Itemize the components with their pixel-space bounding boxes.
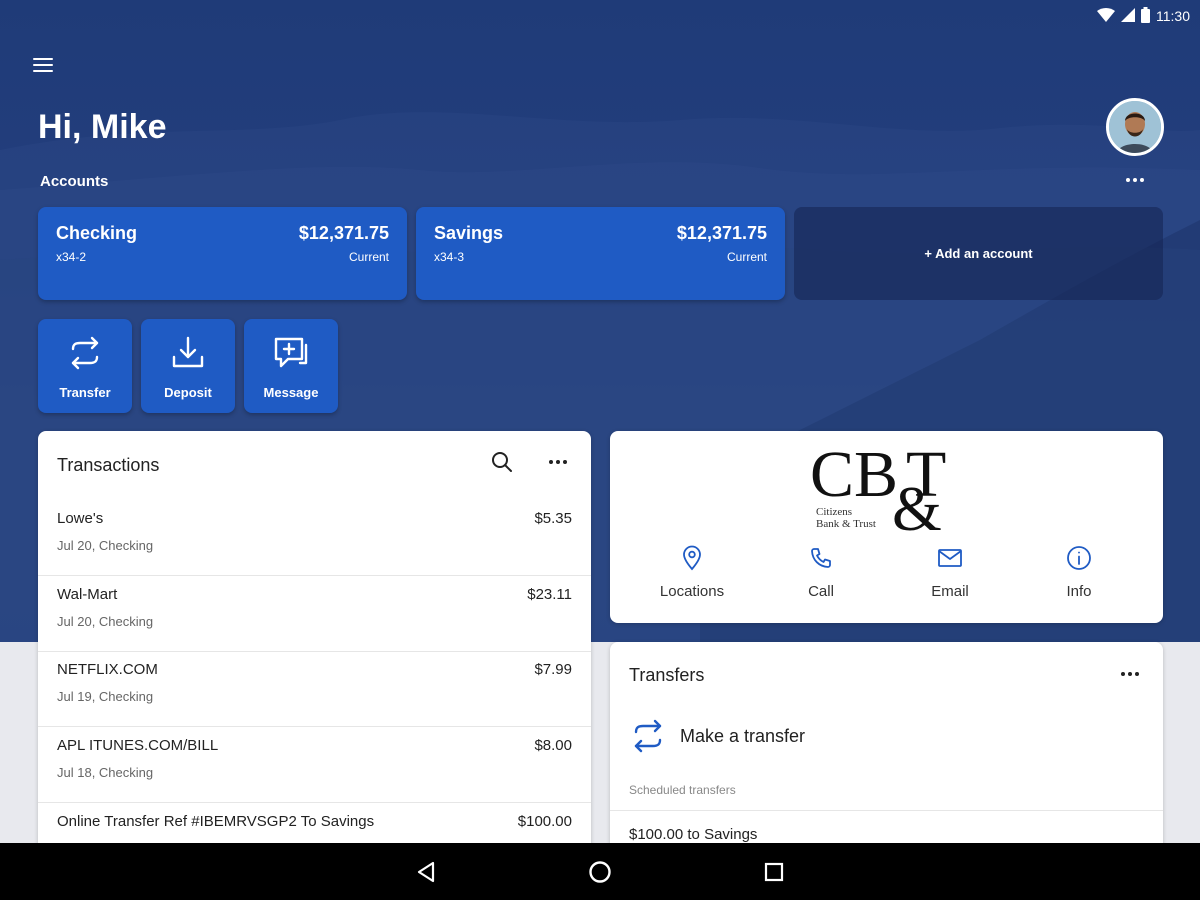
transaction-merchant: Lowe's — [57, 510, 104, 527]
accounts-section-label: Accounts — [40, 173, 109, 190]
call-label: Call — [808, 583, 834, 600]
system-navigation-bar — [0, 843, 1200, 900]
account-balance: $12,371.75 — [676, 223, 767, 243]
phone-icon — [811, 548, 831, 568]
account-name: Checking — [56, 223, 138, 243]
battery-icon — [1141, 6, 1150, 26]
transaction-row[interactable]: NETFLIX.COM $7.99 Jul 19, Checking — [38, 651, 591, 727]
back-icon[interactable] — [414, 860, 438, 884]
transaction-amount: $100.00 — [517, 813, 572, 830]
deposit-button[interactable]: Deposit — [141, 319, 235, 413]
deposit-icon — [172, 336, 204, 368]
profile-photo-icon — [1109, 101, 1161, 153]
info-icon — [1067, 546, 1091, 570]
info-button[interactable]: Info — [1019, 543, 1139, 600]
transfer-button-label: Transfer — [59, 385, 111, 400]
message-icon — [274, 337, 308, 368]
make-transfer-button[interactable]: Make a transfer — [630, 714, 805, 758]
transaction-amount: $7.99 — [534, 661, 572, 678]
transaction-meta: Jul 20, Checking — [57, 614, 154, 629]
transfer-button[interactable]: Transfer — [38, 319, 132, 413]
account-number: x34-3 — [434, 250, 465, 264]
locations-label: Locations — [659, 583, 725, 600]
transaction-amount: $8.00 — [534, 737, 572, 754]
search-icon[interactable] — [490, 450, 514, 474]
make-transfer-label: Make a transfer — [680, 725, 806, 746]
transfers-more-options-icon[interactable] — [1115, 662, 1145, 686]
location-pin-icon — [683, 545, 701, 571]
account-name: Savings — [434, 223, 504, 243]
avatar[interactable] — [1106, 98, 1164, 156]
home-icon[interactable] — [588, 860, 612, 884]
account-number: x34-2 — [56, 250, 87, 264]
bank-logo-subtext-1: Citizens — [816, 506, 852, 518]
transfer-icon — [71, 336, 99, 370]
transaction-merchant: Wal-Mart — [57, 586, 118, 603]
message-button[interactable]: Message — [244, 319, 338, 413]
accounts-more-options-icon[interactable] — [1120, 170, 1150, 190]
transaction-meta: Jul 19, Checking — [57, 689, 154, 704]
transfer-icon — [634, 719, 662, 753]
locations-button[interactable]: Locations — [632, 543, 752, 600]
email-label: Email — [931, 583, 969, 600]
transfers-title: Transfers — [629, 665, 705, 685]
bank-logo-subtext-2: Bank & Trust — [816, 518, 876, 530]
transaction-merchant: Online Transfer Ref #IBEMRVSGP2 To Savin… — [57, 813, 375, 830]
transaction-merchant: APL ITUNES.COM/BILL — [57, 737, 219, 754]
balance-type: Current — [726, 250, 767, 264]
transaction-row[interactable]: APL ITUNES.COM/BILL $8.00 Jul 18, Checki… — [38, 727, 591, 803]
call-button[interactable]: Call — [761, 543, 881, 600]
bank-logo: CB T & Citizens Bank & Trust — [810, 438, 970, 544]
greeting-title: Hi, Mike — [38, 108, 167, 146]
transactions-title: Transactions — [57, 455, 160, 475]
account-balance: $12,371.75 — [298, 223, 389, 243]
transaction-merchant: NETFLIX.COM — [57, 661, 158, 678]
status-time: 11:30 — [1156, 8, 1190, 24]
transaction-amount: $5.35 — [534, 510, 572, 527]
scheduled-transfer-item[interactable]: $100.00 to Savings — [629, 826, 757, 843]
hamburger-menu-icon[interactable] — [33, 58, 53, 74]
svg-text:CB: CB — [810, 438, 898, 511]
account-card-savings[interactable]: Savings $12,371.75 x34-3 Current — [416, 207, 785, 300]
add-account-button[interactable]: + Add an account — [794, 207, 1163, 300]
transactions-more-options-icon[interactable] — [543, 450, 573, 474]
message-button-label: Message — [263, 385, 319, 400]
transaction-row[interactable]: Lowe's $5.35 Jul 20, Checking — [38, 500, 591, 576]
status-bar: 11:30 — [1097, 6, 1190, 26]
email-button[interactable]: Email — [890, 543, 1010, 600]
transaction-amount: $23.11 — [527, 586, 572, 603]
info-label: Info — [1066, 583, 1092, 600]
transaction-row[interactable]: Wal-Mart $23.11 Jul 20, Checking — [38, 576, 591, 652]
account-card-checking[interactable]: Checking $12,371.75 x34-2 Current — [38, 207, 407, 300]
deposit-button-label: Deposit — [164, 385, 212, 400]
balance-type: Current — [348, 250, 389, 264]
scheduled-transfers-label: Scheduled transfers — [629, 783, 736, 797]
wifi-icon — [1097, 7, 1115, 25]
mail-icon — [938, 549, 962, 567]
signal-icon — [1121, 7, 1135, 25]
svg-text:&: & — [892, 473, 942, 536]
divider — [610, 810, 1163, 811]
recents-icon[interactable] — [762, 860, 786, 884]
transaction-meta: Jul 18, Checking — [57, 765, 154, 780]
transaction-row[interactable]: Online Transfer Ref #IBEMRVSGP2 To Savin… — [38, 803, 591, 843]
transaction-meta: Jul 20, Checking — [57, 538, 154, 553]
